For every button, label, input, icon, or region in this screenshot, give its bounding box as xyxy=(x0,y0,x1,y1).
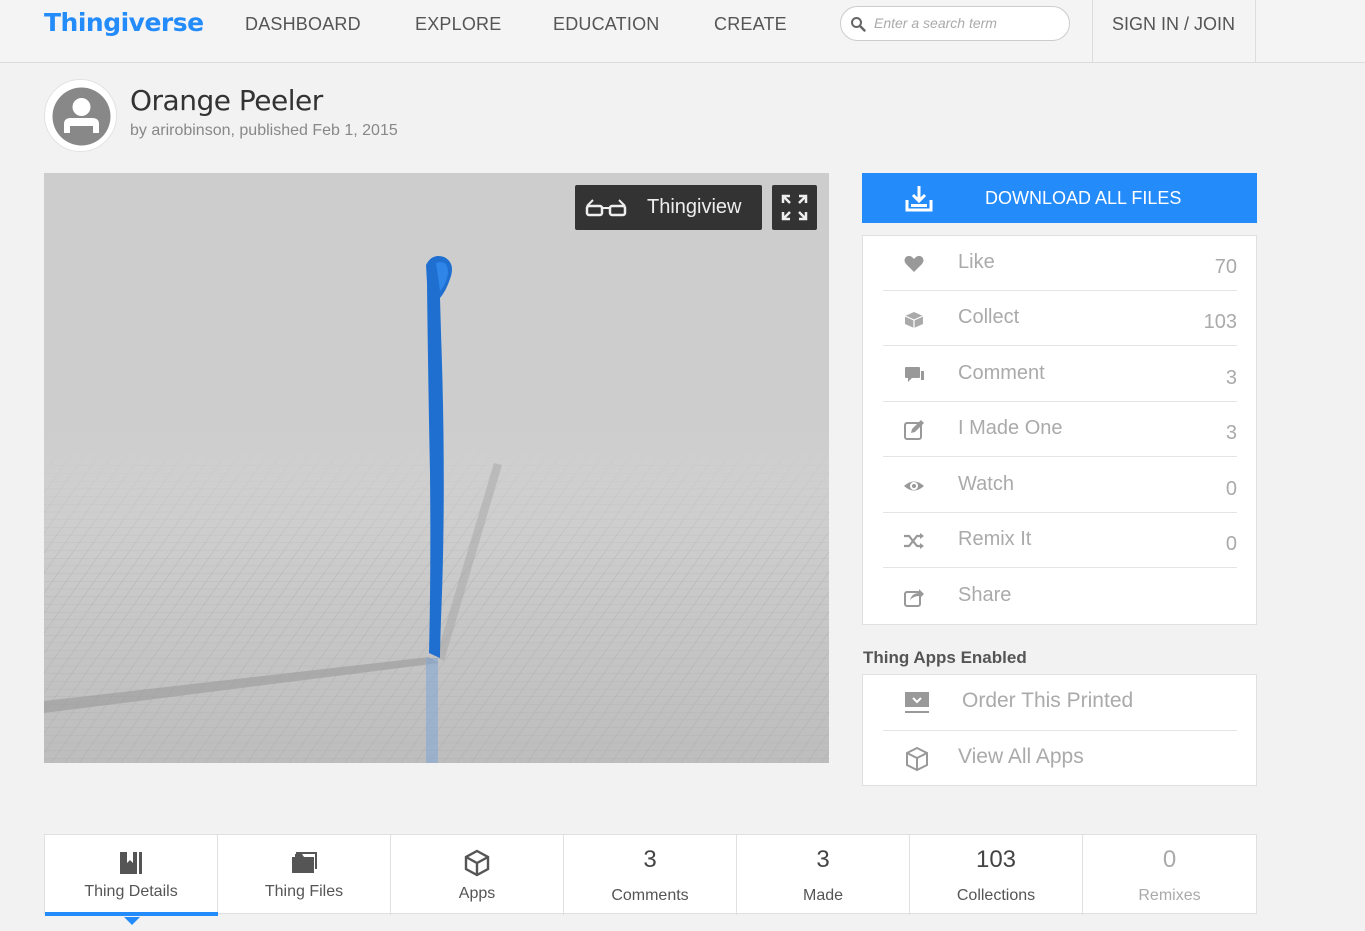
search-placeholder: Enter a search term xyxy=(874,15,997,31)
thing-tabs: Thing Details Thing Files Apps 3 Comment… xyxy=(44,834,1257,925)
tab-comments[interactable]: 3 Comments xyxy=(564,835,737,915)
3d-glasses-icon xyxy=(585,199,627,217)
download-label: DOWNLOAD ALL FILES xyxy=(985,188,1182,208)
tab-label: Thing Details xyxy=(84,883,178,900)
made-count: 3 xyxy=(816,846,830,873)
tab-thing-details[interactable]: Thing Details xyxy=(45,835,218,925)
thingiview-button[interactable]: Thingiview xyxy=(575,185,762,230)
active-tab-caret xyxy=(124,917,140,925)
thing-apps-panel: Order This Printed View All Apps xyxy=(862,674,1257,786)
expand-icon xyxy=(781,194,808,221)
nav-dashboard[interactable]: DASHBOARD xyxy=(245,14,361,35)
view-all-apps-label: View All Apps xyxy=(958,745,1084,768)
download-all-files-button[interactable]: DOWNLOAD ALL FILES xyxy=(862,173,1257,223)
heart-icon xyxy=(904,255,924,272)
tab-thing-files[interactable]: Thing Files xyxy=(218,835,391,915)
thingiview-label: Thingiview xyxy=(647,196,742,218)
share-icon xyxy=(904,589,924,607)
model-render xyxy=(44,173,829,763)
remix-icon xyxy=(904,533,924,549)
made-icon xyxy=(904,420,924,440)
i-made-one-action[interactable]: I Made One 3 xyxy=(883,402,1237,457)
print-icon xyxy=(905,692,929,713)
tab-label: Comments xyxy=(611,887,689,904)
top-navigation-bar: Thingiverse DASHBOARD EXPLORE EDUCATION … xyxy=(0,0,1365,63)
collect-icon xyxy=(904,312,924,328)
folder-icon xyxy=(292,852,317,873)
watch-action[interactable]: Watch 0 xyxy=(883,458,1237,513)
search-input[interactable]: Enter a search term xyxy=(840,6,1070,41)
download-icon xyxy=(905,186,933,212)
comment-count: 3 xyxy=(1225,367,1237,389)
i-made-one-label: I Made One xyxy=(958,417,1063,439)
tab-label: Remixes xyxy=(1138,887,1201,904)
nav-education[interactable]: EDUCATION xyxy=(553,14,659,35)
thingiverse-logo[interactable]: Thingiverse xyxy=(44,8,204,37)
book-icon xyxy=(120,852,142,874)
collect-action[interactable]: Collect 103 xyxy=(883,291,1237,346)
eye-icon xyxy=(904,481,924,491)
comments-count: 3 xyxy=(643,846,657,873)
like-action[interactable]: Like 70 xyxy=(883,236,1237,291)
share-label: Share xyxy=(958,584,1012,606)
divider xyxy=(1255,0,1256,63)
fullscreen-button[interactable] xyxy=(772,185,817,230)
remixes-count: 0 xyxy=(1162,846,1177,873)
remix-count: 0 xyxy=(1225,533,1237,555)
avatar[interactable] xyxy=(44,79,117,152)
3d-model-viewer[interactable]: Thingiview xyxy=(44,173,829,763)
thing-apps-heading: Thing Apps Enabled xyxy=(863,648,1027,667)
view-all-apps-link[interactable]: View All Apps xyxy=(883,731,1237,787)
i-made-one-count: 3 xyxy=(1225,422,1237,444)
comment-action[interactable]: Comment 3 xyxy=(883,347,1237,402)
thing-actions-panel: Like 70 Collect 103 Comment 3 I Made One… xyxy=(862,235,1257,625)
tab-remixes[interactable]: 0 Remixes xyxy=(1083,835,1256,915)
cube-icon xyxy=(464,849,490,877)
tab-label: Made xyxy=(802,887,844,904)
order-printed-label: Order This Printed xyxy=(962,689,1134,712)
remix-label: Remix It xyxy=(958,528,1032,550)
nav-create[interactable]: CREATE xyxy=(714,14,787,35)
tab-collections[interactable]: 103 Collections xyxy=(910,835,1083,915)
watch-count: 0 xyxy=(1225,478,1237,500)
comment-icon xyxy=(905,367,924,382)
nav-explore[interactable]: EXPLORE xyxy=(415,14,501,35)
cube-icon xyxy=(906,746,928,772)
sign-in-join-link[interactable]: SIGN IN / JOIN xyxy=(1112,14,1235,35)
like-count: 70 xyxy=(1214,256,1237,278)
user-avatar-icon xyxy=(52,87,111,146)
collect-label: Collect xyxy=(958,306,1020,328)
byline: by arirobinson, published Feb 1, 2015 xyxy=(130,122,398,139)
tab-label: Apps xyxy=(458,885,496,902)
share-action[interactable]: Share xyxy=(883,569,1237,624)
tab-apps[interactable]: Apps xyxy=(391,835,564,915)
remix-action[interactable]: Remix It 0 xyxy=(883,513,1237,568)
search-icon xyxy=(851,17,866,32)
active-tab-indicator xyxy=(45,912,218,916)
divider xyxy=(1092,0,1093,63)
watch-label: Watch xyxy=(958,473,1014,495)
tab-label: Collections xyxy=(956,887,1036,904)
tab-label: Thing Files xyxy=(264,883,344,900)
page-title: Orange Peeler xyxy=(130,84,323,117)
tab-made[interactable]: 3 Made xyxy=(737,835,910,915)
like-label: Like xyxy=(958,251,995,273)
collect-count: 103 xyxy=(1203,311,1237,333)
order-this-printed-app[interactable]: Order This Printed xyxy=(883,675,1237,731)
collections-count: 103 xyxy=(975,846,1017,873)
comment-label: Comment xyxy=(958,362,1045,384)
